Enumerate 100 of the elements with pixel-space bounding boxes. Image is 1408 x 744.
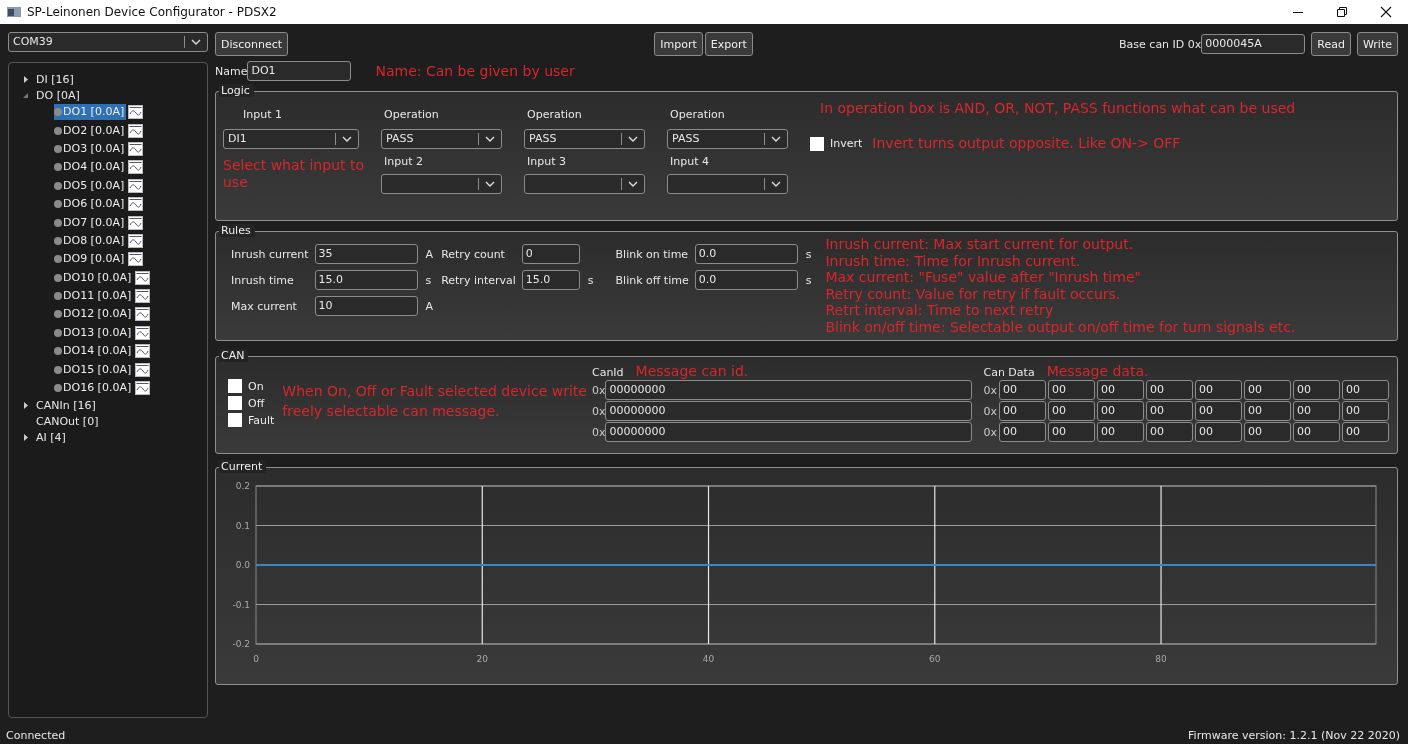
- text-field[interactable]: 00: [1097, 380, 1144, 400]
- button[interactable]: Export: [704, 32, 753, 56]
- restore-icon[interactable]: [1336, 6, 1348, 18]
- chart-icon[interactable]: [135, 344, 151, 359]
- expand-arrow-icon[interactable]: [23, 75, 29, 83]
- dropdown[interactable]: DI1: [223, 129, 359, 149]
- tree-item[interactable]: DO [0A]: [36, 88, 80, 102]
- tree-item[interactable]: DO7 [0.0A]: [54, 214, 127, 231]
- text-field[interactable]: 00: [1097, 422, 1144, 442]
- tree-item[interactable]: AI [4]: [36, 430, 66, 444]
- text-field[interactable]: 00: [1146, 380, 1193, 400]
- text-field[interactable]: 00: [1048, 401, 1095, 421]
- text-field[interactable]: 15.0: [314, 270, 418, 290]
- chart-icon[interactable]: [135, 289, 151, 304]
- status-dot: [54, 273, 62, 282]
- button[interactable]: Read: [1311, 32, 1351, 56]
- text-field[interactable]: 00000000: [605, 380, 973, 400]
- checkbox[interactable]: [228, 413, 242, 427]
- chart-icon[interactable]: [135, 325, 151, 340]
- tree-item[interactable]: DO15 [0.0A]: [54, 361, 134, 378]
- collapse-arrow-icon[interactable]: [23, 91, 29, 99]
- text-field[interactable]: 00: [1342, 422, 1389, 442]
- chart-icon[interactable]: [128, 233, 144, 248]
- tree-item[interactable]: DO16 [0.0A]: [54, 380, 134, 397]
- chart-icon[interactable]: [135, 307, 151, 322]
- dropdown[interactable]: COM39: [8, 32, 208, 52]
- text-field[interactable]: 00: [1244, 401, 1291, 421]
- chart-icon[interactable]: [128, 178, 144, 193]
- text-field[interactable]: 00: [1244, 380, 1291, 400]
- text-field[interactable]: 00000000: [605, 422, 973, 442]
- text-field[interactable]: 00: [1146, 422, 1193, 442]
- chart-icon[interactable]: [135, 381, 151, 396]
- text-field[interactable]: 35: [314, 244, 418, 264]
- dropdown[interactable]: PASS: [667, 129, 788, 149]
- text-field[interactable]: 10: [314, 296, 418, 316]
- text-field[interactable]: 00: [1342, 401, 1389, 421]
- dropdown[interactable]: PASS: [381, 129, 502, 149]
- tree-item[interactable]: DO8 [0.0A]: [54, 232, 127, 249]
- checkbox[interactable]: [228, 396, 242, 410]
- tree-item[interactable]: DO12 [0.0A]: [54, 306, 134, 323]
- text-field[interactable]: 00: [1244, 422, 1291, 442]
- expand-arrow-icon[interactable]: [23, 433, 29, 441]
- tree-item[interactable]: DI [16]: [36, 72, 74, 86]
- text-field[interactable]: 00: [999, 401, 1046, 421]
- text-field[interactable]: 00: [1048, 422, 1095, 442]
- text-field[interactable]: 0.0: [694, 270, 798, 290]
- close-icon[interactable]: [1380, 6, 1392, 18]
- text-field[interactable]: 00: [1097, 401, 1144, 421]
- chart-icon[interactable]: [128, 215, 144, 230]
- tree-item[interactable]: DO10 [0.0A]: [54, 269, 134, 286]
- button[interactable]: Disconnect: [215, 32, 289, 56]
- chart-icon[interactable]: [128, 141, 144, 156]
- text-field[interactable]: 00: [1146, 401, 1193, 421]
- dropdown[interactable]: PASS: [524, 129, 645, 149]
- text-field[interactable]: 00: [1293, 380, 1340, 400]
- tree-item[interactable]: DO9 [0.0A]: [54, 251, 127, 268]
- tree-item[interactable]: DO1 [0.0A]: [54, 104, 127, 121]
- tree-item[interactable]: DO3 [0.0A]: [54, 140, 127, 157]
- chart-icon[interactable]: [128, 105, 144, 120]
- text-field[interactable]: DO1: [247, 61, 352, 81]
- text-field[interactable]: 00: [1342, 380, 1389, 400]
- dropdown[interactable]: [381, 174, 502, 194]
- text-field[interactable]: 0: [521, 244, 580, 264]
- tree-item[interactable]: DO14 [0.0A]: [54, 343, 134, 360]
- text-field[interactable]: 00: [1195, 422, 1242, 442]
- annotation: Message can id.: [635, 363, 749, 379]
- text-field[interactable]: 15.0: [521, 270, 580, 290]
- text-field[interactable]: 00: [1293, 401, 1340, 421]
- text-field[interactable]: 00000000: [605, 401, 973, 421]
- text-field[interactable]: 0.0: [694, 244, 798, 264]
- chart-icon[interactable]: [128, 197, 144, 212]
- tree-item[interactable]: CANOut [0]: [36, 414, 99, 428]
- tree-item[interactable]: DO2 [0.0A]: [54, 122, 127, 139]
- tree-item[interactable]: DO13 [0.0A]: [54, 324, 134, 341]
- tree-item[interactable]: DO4 [0.0A]: [54, 159, 127, 176]
- text-field[interactable]: 00: [1048, 380, 1095, 400]
- tree-item[interactable]: DO6 [0.0A]: [54, 196, 127, 213]
- field-label: Max current: [231, 299, 298, 313]
- tree-item[interactable]: DO11 [0.0A]: [54, 288, 134, 305]
- chart-icon[interactable]: [128, 123, 144, 138]
- text-field[interactable]: 00: [1195, 380, 1242, 400]
- expand-arrow-icon[interactable]: [23, 401, 29, 409]
- field-label: Inrush time: [231, 273, 295, 287]
- tree-item[interactable]: CANIn [16]: [36, 398, 96, 412]
- text-field[interactable]: 00: [999, 380, 1046, 400]
- dropdown[interactable]: [524, 174, 645, 194]
- button[interactable]: Write: [1356, 32, 1398, 56]
- text-field[interactable]: 00: [1293, 422, 1340, 442]
- chart-icon[interactable]: [128, 160, 144, 175]
- text-field[interactable]: 00: [1195, 401, 1242, 421]
- button[interactable]: Import: [654, 32, 703, 56]
- tree-item[interactable]: DO5 [0.0A]: [54, 177, 127, 194]
- text-field[interactable]: 0000045A: [1201, 34, 1306, 54]
- chart-icon[interactable]: [135, 362, 151, 377]
- chart-icon[interactable]: [128, 252, 144, 267]
- checkbox[interactable]: [228, 379, 242, 393]
- chart-icon[interactable]: [135, 270, 151, 285]
- dropdown[interactable]: [667, 174, 788, 194]
- text-field[interactable]: 00: [999, 422, 1046, 442]
- checkbox[interactable]: [810, 136, 824, 151]
